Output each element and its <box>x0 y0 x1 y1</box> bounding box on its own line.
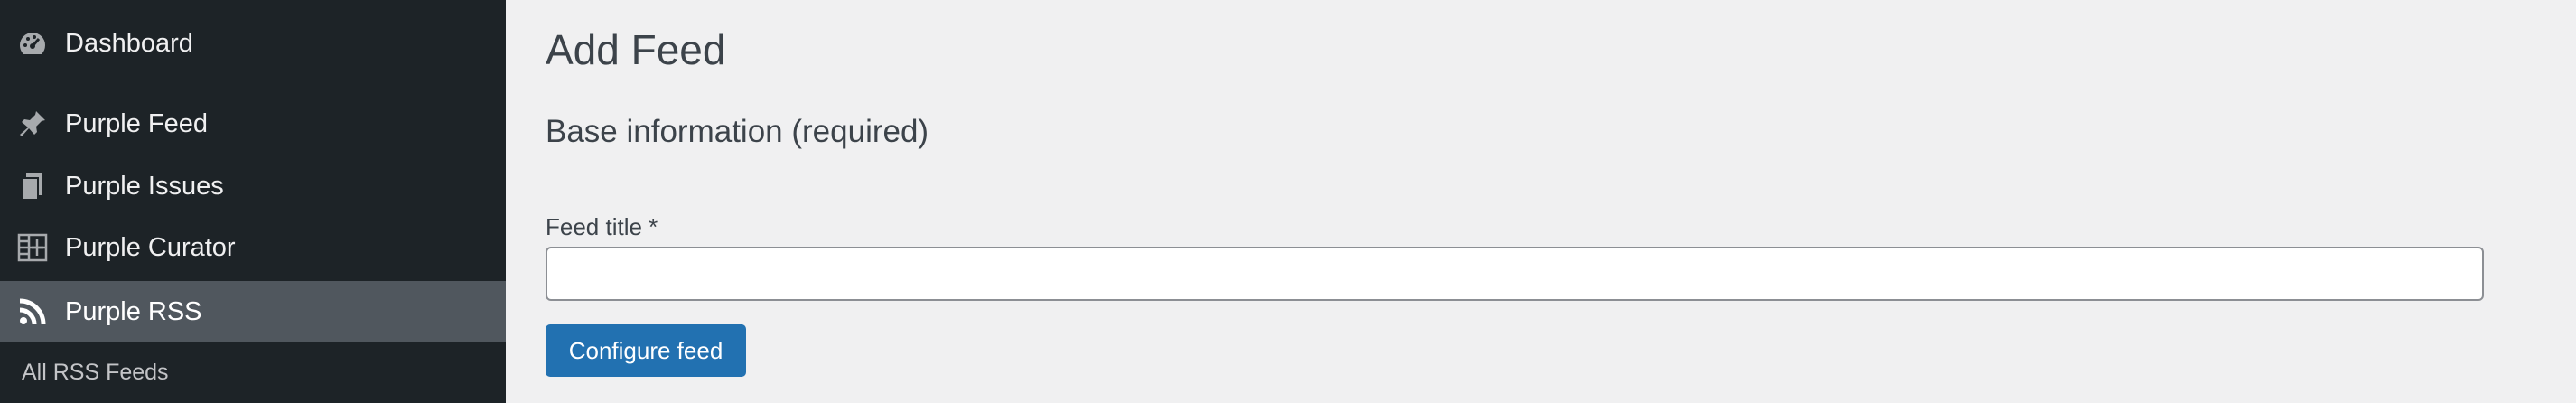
section-title: Base information (required) <box>546 114 929 149</box>
dashboard-icon <box>16 27 49 60</box>
sidebar-item-purple-rss[interactable]: Purple RSS <box>0 281 506 342</box>
sidebar-item-purple-feed[interactable]: Purple Feed <box>0 98 506 149</box>
sidebar-item-label: Purple Issues <box>65 171 224 201</box>
configure-feed-button[interactable]: Configure feed <box>546 324 746 377</box>
page-title: Add Feed <box>546 26 726 73</box>
feed-title-input[interactable] <box>546 247 2484 301</box>
sidebar-item-dashboard[interactable]: Dashboard <box>0 18 506 69</box>
sidebar-subitem-all-rss-feeds[interactable]: All RSS Feeds <box>22 360 169 386</box>
admin-sidebar: Dashboard Purple Feed Purple Issues Purp… <box>0 0 506 403</box>
sidebar-item-purple-curator[interactable]: Purple Curator <box>0 222 506 273</box>
sidebar-item-label: Purple Curator <box>65 232 236 262</box>
sidebar-item-label: Purple Feed <box>65 108 208 138</box>
feed-title-label: Feed title * <box>546 213 658 240</box>
pages-icon <box>16 170 49 202</box>
pin-icon <box>16 108 49 140</box>
rss-icon <box>16 295 49 328</box>
sidebar-item-label: Dashboard <box>65 28 193 58</box>
sidebar-item-label: Purple RSS <box>65 296 202 326</box>
sidebar-item-purple-issues[interactable]: Purple Issues <box>0 161 506 211</box>
grid-add-icon <box>16 231 49 264</box>
